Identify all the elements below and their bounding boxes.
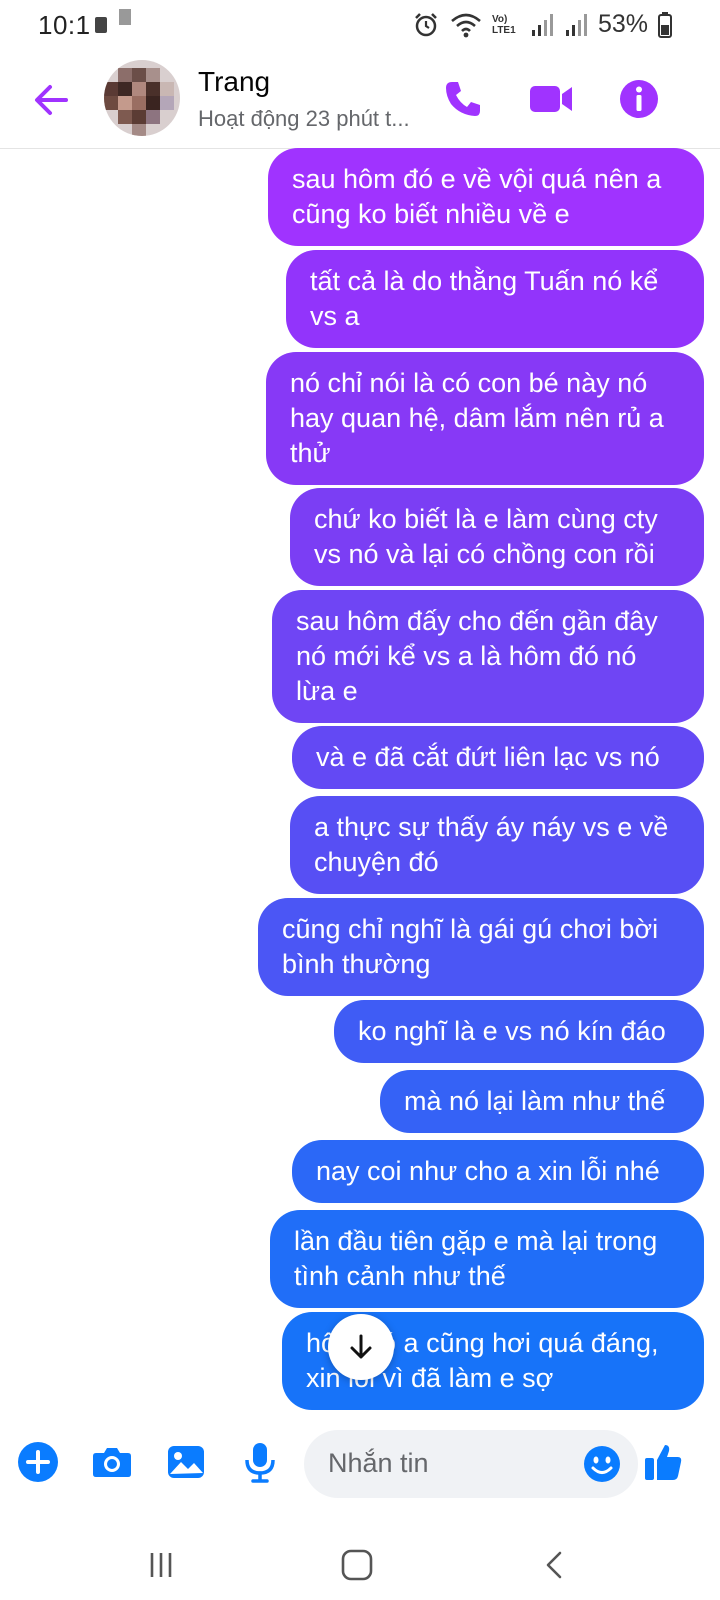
emoji-icon[interactable]	[582, 1444, 622, 1484]
home-icon	[341, 1549, 373, 1581]
message-bubble[interactable]: mà nó lại làm như thế	[380, 1070, 704, 1133]
plus-button[interactable]	[14, 1438, 62, 1486]
alarm-icon	[415, 12, 437, 36]
message-input[interactable]: Nhắn tin	[304, 1430, 638, 1498]
back-button[interactable]	[530, 1540, 580, 1590]
message-bubble[interactable]: sau hôm đấy cho đến gần đây nó mới kể vs…	[272, 590, 704, 723]
wifi-icon	[451, 13, 481, 37]
battery-icon	[658, 11, 672, 38]
arrow-down-icon	[350, 1334, 372, 1359]
scroll-to-bottom-button[interactable]	[328, 1314, 394, 1380]
message-bubble[interactable]: lần đầu tiên gặp e mà lại trong tình cản…	[270, 1210, 704, 1308]
signal-icon	[565, 13, 587, 36]
info-icon[interactable]	[616, 76, 662, 122]
avatar[interactable]	[104, 60, 180, 136]
notification-icon	[119, 9, 131, 25]
contact-active-status: Hoạt động 23 phút t...	[198, 106, 410, 131]
sim-icon	[95, 17, 107, 33]
message-list[interactable]: sau hôm đó e về vội quá nên a cũng ko bi…	[0, 148, 720, 1410]
message-bubble[interactable]: và e đã cắt đứt liên lạc vs nó	[292, 726, 704, 789]
message-bubble[interactable]: tất cả là do thằng Tuấn nó kể vs a	[286, 250, 704, 348]
volte-icon: Vo) LTE1	[491, 13, 516, 36]
status-time: 10:1	[38, 10, 91, 40]
battery-percent: 53%	[597, 10, 648, 38]
message-bubble[interactable]: nó chỉ nói là có con bé này nó hay quan …	[266, 352, 704, 485]
back-icon	[546, 1551, 562, 1579]
thumbs-up-icon	[645, 1445, 682, 1480]
message-bubble[interactable]: nay coi như cho a xin lỗi nhé	[292, 1140, 704, 1203]
system-nav-bar	[0, 1530, 720, 1600]
phone-call-icon[interactable]	[440, 76, 486, 122]
message-input-placeholder: Nhắn tin	[328, 1448, 429, 1478]
message-bubble[interactable]: chứ ko biết là e làm cùng cty vs nó và l…	[290, 488, 704, 586]
message-bubble[interactable]: cũng chỉ nghĩ là gái gú chơi bời bình th…	[258, 898, 704, 996]
home-button[interactable]	[332, 1540, 382, 1590]
back-arrow-icon[interactable]	[30, 78, 74, 122]
camera-icon	[93, 1448, 131, 1477]
message-composer: Nhắn tin	[0, 1410, 720, 1530]
conversation-header: Trang Hoạt động 23 phút t...	[0, 52, 720, 149]
status-right: Vo) LTE1 53%	[412, 10, 672, 39]
plus-icon	[18, 1442, 58, 1482]
signal-icon	[531, 13, 553, 36]
contact-name[interactable]: Trang	[198, 66, 270, 98]
status-bar: 10:1 Vo) LTE1 53%	[0, 0, 720, 52]
camera-button[interactable]	[88, 1438, 136, 1486]
message-bubble[interactable]: sau hôm đó e về vội quá nên a cũng ko bi…	[268, 148, 704, 246]
microphone-icon	[245, 1443, 275, 1483]
recent-apps-icon	[150, 1553, 172, 1577]
like-button[interactable]	[640, 1438, 688, 1486]
voice-button[interactable]	[236, 1438, 284, 1486]
message-bubble[interactable]: a thực sự thấy áy náy vs e về chuyện đó	[290, 796, 704, 894]
message-bubble[interactable]: ko nghĩ là e vs nó kín đáo	[334, 1000, 704, 1063]
video-call-icon[interactable]	[526, 76, 576, 122]
recent-apps-button[interactable]	[136, 1540, 186, 1590]
gallery-button[interactable]	[162, 1438, 210, 1486]
image-icon	[168, 1446, 204, 1478]
